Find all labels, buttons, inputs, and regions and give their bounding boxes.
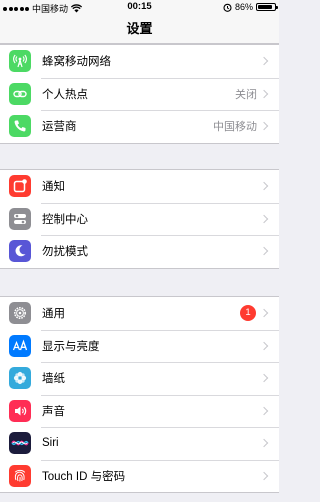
row-value: 中国移动: [213, 121, 257, 134]
row-value: 关闭: [235, 88, 257, 101]
battery-percent: 86%: [234, 2, 253, 12]
row-label: 蜂窝移动网络: [42, 56, 111, 69]
row-label: 通用: [42, 308, 65, 321]
chevron-right-icon: [259, 247, 269, 256]
notifications-icon: [9, 175, 31, 198]
chevron-right-icon: [259, 341, 269, 350]
alarm-icon: [223, 3, 232, 12]
hotspot-link-icon: [9, 82, 31, 105]
row-label: Touch ID 与密码: [42, 470, 126, 483]
text-size-icon: [9, 334, 31, 357]
chevron-right-icon: [259, 182, 269, 191]
row-label: 个人热点: [42, 88, 88, 101]
row-label: 运营商: [42, 121, 77, 134]
siri-icon: [9, 432, 31, 455]
phone-icon: [9, 115, 31, 138]
row-label: Siri: [42, 437, 59, 450]
row-wallpaper[interactable]: 墙纸: [0, 362, 279, 395]
fingerprint-icon: [9, 464, 31, 487]
row-label: 显示与亮度: [42, 340, 100, 353]
chevron-right-icon: [259, 214, 269, 223]
row-display-brightness[interactable]: 显示与亮度: [0, 329, 279, 363]
antenna-icon: [9, 50, 31, 73]
settings-group-general: 通用 1 显示与亮度 墙纸 声音 Siri Touch ID 与密码: [0, 296, 279, 493]
battery-icon: [256, 3, 278, 11]
chevron-right-icon: [259, 406, 269, 415]
chevron-right-icon: [259, 122, 269, 131]
chevron-right-icon: [259, 439, 269, 448]
page-title: 设置: [126, 21, 153, 36]
chevron-right-icon: [259, 471, 269, 480]
row-notifications[interactable]: 通知: [0, 170, 279, 203]
row-personal-hotspot[interactable]: 个人热点 关闭: [0, 77, 279, 111]
status-bar: 中国移动 00:15 86%: [0, 0, 279, 14]
nav-bar: 设置: [0, 14, 279, 44]
row-touch-id-passcode[interactable]: Touch ID 与密码: [0, 459, 279, 493]
settings-group-notifications: 通知 控制中心 勿扰模式: [0, 169, 279, 269]
row-control-center[interactable]: 控制中心: [0, 202, 279, 236]
chevron-right-icon: [259, 57, 269, 66]
row-label: 通知: [42, 181, 65, 194]
status-right: 86%: [223, 2, 278, 12]
row-label: 墙纸: [42, 373, 65, 386]
row-general[interactable]: 通用 1: [0, 297, 279, 330]
row-label: 控制中心: [42, 213, 88, 226]
battery-level: [258, 5, 272, 9]
row-do-not-disturb[interactable]: 勿扰模式: [0, 235, 279, 268]
chevron-right-icon: [259, 309, 269, 318]
row-label: 勿扰模式: [42, 246, 88, 259]
settings-group-network: 蜂窝移动网络 个人热点 关闭 运营商 中国移动: [0, 44, 279, 144]
row-carrier[interactable]: 运营商 中国移动: [0, 110, 279, 143]
chevron-right-icon: [259, 89, 269, 98]
speaker-icon: [9, 399, 31, 422]
row-siri[interactable]: Siri: [0, 427, 279, 460]
gear-icon: [9, 302, 31, 325]
settings-screen: 中国移动 00:15 86% 设置 蜂窝移动网络 个人热点 关闭 运营商 中国移…: [0, 0, 279, 502]
chevron-right-icon: [259, 374, 269, 383]
control-center-icon: [9, 207, 31, 230]
row-sounds[interactable]: 声音: [0, 394, 279, 428]
row-cellular[interactable]: 蜂窝移动网络: [0, 45, 279, 78]
notification-badge: 1: [240, 305, 256, 322]
row-label: 声音: [42, 405, 65, 418]
moon-icon: [9, 240, 31, 263]
flower-icon: [9, 367, 31, 390]
